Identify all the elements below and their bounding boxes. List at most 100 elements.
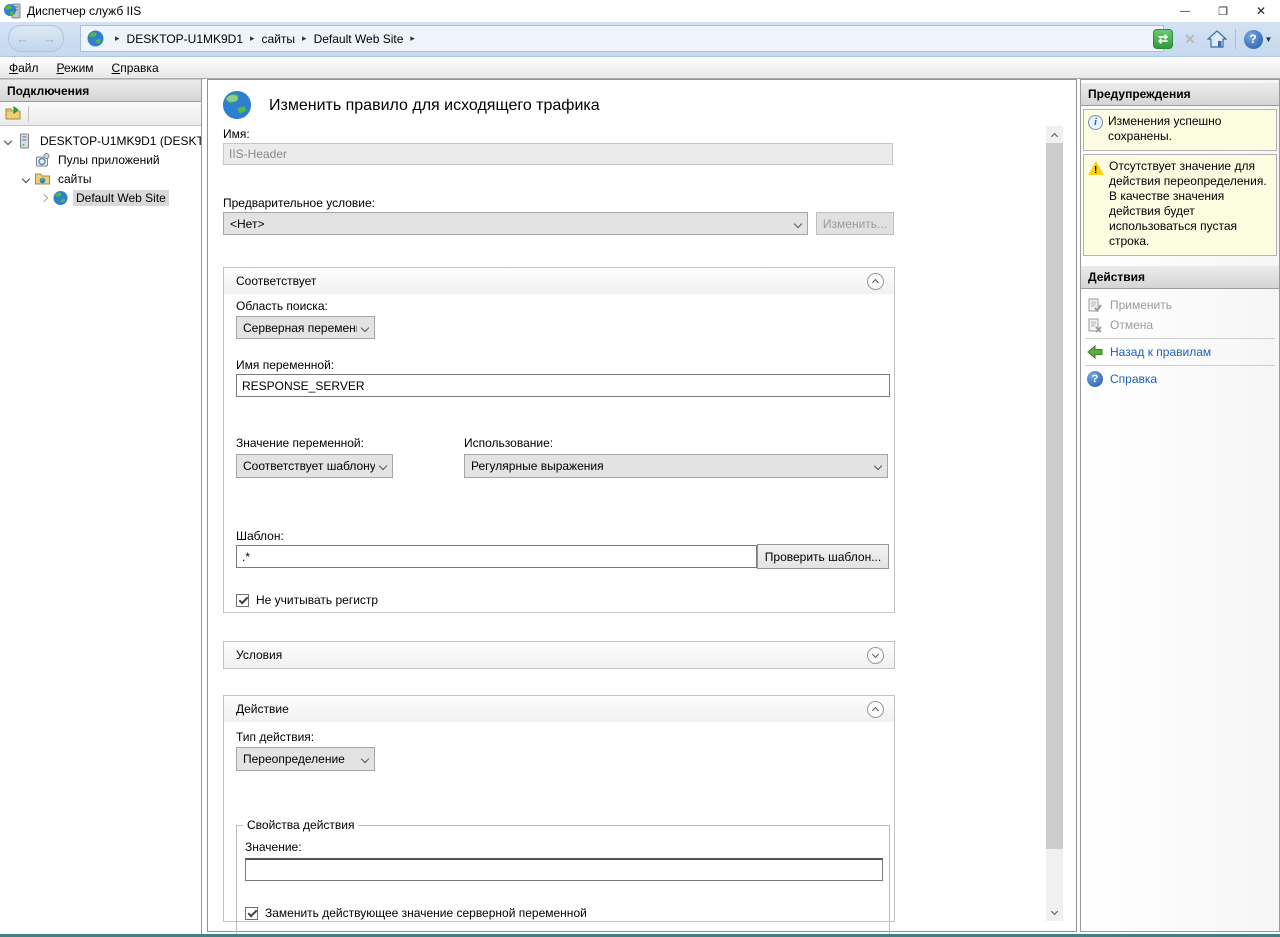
- tree-item-label: Пулы приложений: [55, 152, 163, 168]
- replace-label: Заменить действующее значение серверной …: [265, 906, 587, 920]
- match-section-header[interactable]: Соответствует: [224, 268, 894, 294]
- variable-name-label: Имя переменной:: [236, 358, 334, 372]
- menu-help[interactable]: Справка: [103, 58, 168, 78]
- tree-item-label: DESKTOP-U1MK9D1 (DESKTOP: [37, 133, 201, 149]
- action-type-label: Тип действия:: [236, 730, 314, 744]
- connections-toolbar: [0, 102, 201, 126]
- conditions-section-title: Условия: [236, 648, 282, 662]
- breadcrumb-arrow-icon: ▸: [250, 33, 255, 44]
- scope-select[interactable]: Серверная переменная: [236, 316, 375, 339]
- minimize-button[interactable]: [1166, 0, 1204, 22]
- actions-header: Действия: [1081, 266, 1279, 289]
- apply-action: Применить: [1081, 295, 1279, 315]
- action-type-value: Переопределение: [243, 752, 345, 766]
- action-type-select[interactable]: Переопределение: [236, 747, 375, 771]
- match-section-title: Соответствует: [236, 274, 316, 288]
- vertical-scrollbar[interactable]: [1046, 126, 1063, 921]
- scope-label: Область поиска:: [236, 299, 328, 313]
- scroll-up-icon[interactable]: [1046, 126, 1063, 143]
- site-globe-icon: [52, 190, 69, 206]
- value-label: Значение:: [245, 840, 302, 854]
- menu-view[interactable]: Режим: [48, 58, 103, 78]
- action-properties-legend: Свойства действия: [243, 818, 358, 832]
- maximize-button[interactable]: [1204, 0, 1242, 22]
- breadcrumb-item-default-web-site[interactable]: Default Web Site: [314, 32, 404, 46]
- breadcrumb-item-sites[interactable]: сайты: [262, 32, 296, 46]
- replace-checkbox-row[interactable]: Заменить действующее значение серверной …: [245, 906, 587, 920]
- usage-value: Регулярные выражения: [471, 459, 604, 473]
- divider: [1235, 29, 1236, 49]
- iis-manager-window: Диспетчер служб IIS ← → ▸ DESKTOP-U1MK9D…: [0, 0, 1280, 937]
- ignore-case-label: Не учитывать регистр: [256, 593, 378, 607]
- tree-item-default-web-site[interactable]: Default Web Site: [0, 188, 201, 207]
- conditions-section-header[interactable]: Условия: [224, 642, 894, 668]
- breadcrumb-arrow-icon: ▸: [410, 33, 415, 44]
- name-input: [223, 143, 893, 165]
- checkbox-checked-icon[interactable]: [245, 907, 258, 920]
- alert-text: Изменения успешно сохранены.: [1103, 114, 1272, 144]
- collapse-icon[interactable]: [867, 701, 884, 718]
- back-to-rules-label[interactable]: Назад к правилам: [1110, 345, 1211, 359]
- pattern-input[interactable]: [236, 545, 757, 568]
- value-input[interactable]: [245, 858, 883, 881]
- collapse-icon[interactable]: [867, 273, 884, 290]
- chevron-down-icon: [361, 755, 369, 763]
- apply-label: Применить: [1110, 298, 1172, 312]
- help-icon: ?: [1087, 371, 1103, 387]
- menu-file[interactable]: Файл: [0, 58, 48, 78]
- chevron-down-icon[interactable]: [18, 176, 34, 182]
- precondition-select[interactable]: <Нет>: [223, 212, 808, 235]
- back-to-rules-action[interactable]: Назад к правилам: [1081, 342, 1279, 362]
- breadcrumb-item-server[interactable]: DESKTOP-U1MK9D1: [127, 32, 243, 46]
- help-button[interactable]: ? ▼: [1242, 27, 1274, 51]
- home-button[interactable]: [1205, 27, 1229, 51]
- breadcrumb[interactable]: ▸ DESKTOP-U1MK9D1 ▸ сайты ▸ Default Web …: [80, 25, 1164, 52]
- action-section: Действие Тип действия: Переопределение С…: [223, 695, 895, 922]
- action-section-header[interactable]: Действие: [224, 696, 894, 722]
- help-action[interactable]: ? Справка: [1081, 369, 1279, 389]
- chevron-right-icon[interactable]: [36, 195, 52, 201]
- titlebar: Диспетчер служб IIS: [0, 0, 1280, 22]
- variable-value-select[interactable]: Соответствует шаблону: [236, 454, 393, 478]
- variable-name-input[interactable]: [236, 374, 890, 397]
- help-label[interactable]: Справка: [1110, 372, 1157, 386]
- tree-item-sites[interactable]: сайты: [0, 169, 201, 188]
- divider: [1085, 338, 1275, 339]
- cancel-label: Отмена: [1110, 318, 1153, 332]
- usage-select[interactable]: Регулярные выражения: [464, 454, 888, 478]
- apply-icon: [1087, 297, 1103, 313]
- chevron-down-icon: [361, 323, 369, 331]
- chevron-down-icon[interactable]: [0, 138, 16, 144]
- breadcrumb-arrow-icon: ▸: [115, 33, 120, 44]
- tree-item-app-pools[interactable]: Пулы приложений: [0, 150, 201, 169]
- scroll-down-icon[interactable]: [1046, 904, 1063, 921]
- page-globe-icon: [222, 90, 252, 120]
- action-section-title: Действие: [236, 702, 289, 716]
- home-icon: [1207, 30, 1227, 48]
- tree-item-server[interactable]: DESKTOP-U1MK9D1 (DESKTOP: [0, 131, 201, 150]
- forward-nav-icon[interactable]: →: [43, 31, 56, 46]
- cancel-action: Отмена: [1081, 315, 1279, 335]
- refresh-button[interactable]: ⇄: [1151, 27, 1175, 51]
- precondition-label: Предварительное условие:: [223, 196, 375, 210]
- test-pattern-button[interactable]: Проверить шаблон...: [757, 544, 889, 569]
- close-button[interactable]: [1242, 0, 1280, 22]
- address-bar: ← → ▸ DESKTOP-U1MK9D1 ▸ сайты ▸ Default …: [0, 22, 1280, 57]
- divider: [28, 106, 29, 122]
- variable-value-label: Значение переменной:: [236, 436, 364, 450]
- expand-icon[interactable]: [867, 647, 884, 664]
- warning-icon: [1088, 161, 1104, 175]
- scrollbar-thumb[interactable]: [1046, 143, 1063, 849]
- refresh-icon: ⇄: [1153, 29, 1173, 49]
- tree-item-label: Default Web Site: [73, 190, 169, 206]
- menu-bar: Файл Режим Справка: [0, 57, 1280, 79]
- pattern-label: Шаблон:: [236, 529, 284, 543]
- connections-panel: Подключения DES: [0, 79, 202, 934]
- chevron-down-icon: ▼: [1265, 35, 1273, 44]
- ignore-case-checkbox-row[interactable]: Не учитывать регистр: [236, 593, 378, 607]
- save-connection-icon[interactable]: [5, 106, 22, 121]
- back-nav-icon[interactable]: ←: [16, 31, 29, 46]
- action-properties-group: Свойства действия Значение: Заменить дей…: [236, 825, 890, 937]
- divider: [1085, 365, 1275, 366]
- checkbox-checked-icon[interactable]: [236, 594, 249, 607]
